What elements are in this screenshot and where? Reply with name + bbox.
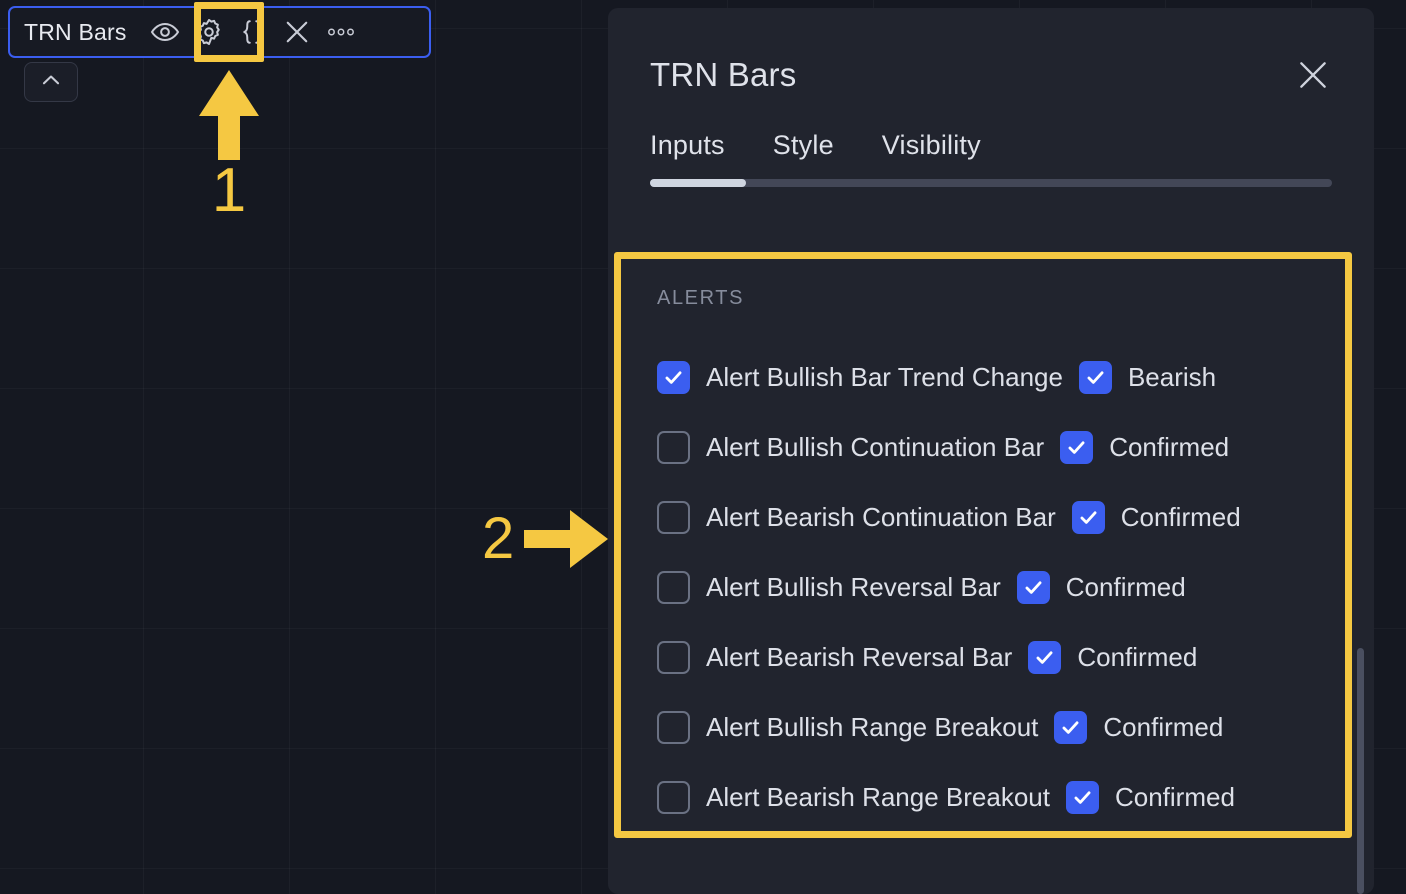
alert-sub-label: Confirmed [1114,781,1235,812]
alert-sub-label: Confirmed [1077,641,1198,672]
alert-checkbox[interactable] [657,500,690,534]
alert-row: Alert Bullish Reversal Bar Confirmed [657,552,1345,622]
tab-inputs[interactable]: Inputs [650,130,725,171]
alert-row: Alert Bullish Range Breakout Confirmed [657,692,1345,762]
dialog-header: TRN Bars [608,8,1374,94]
indicator-toolbar[interactable]: TRN Bars [8,6,431,58]
annotation-marker-1: 1 [196,68,262,228]
alert-sub-checkbox[interactable] [1071,500,1105,534]
tab-active-indicator [650,179,746,187]
alert-label: Alert Bearish Range Breakout [706,781,1050,812]
arrow-up-icon [199,70,259,160]
alert-label: Alert Bullish Continuation Bar [706,431,1045,462]
close-icon[interactable] [275,10,319,54]
tab-underline-track [650,179,1332,187]
alert-checkbox[interactable] [657,780,690,814]
annotation-marker-2: 2 [482,508,610,570]
alert-sub-checkbox[interactable] [1054,710,1088,744]
alert-sub-label: Confirmed [1065,571,1186,602]
chevron-up-icon [38,67,64,98]
tab-style[interactable]: Style [773,130,834,171]
dialog-scrollbar[interactable] [1357,648,1364,894]
close-icon [1293,55,1333,100]
indicator-title: TRN Bars [24,18,127,45]
tab-visibility[interactable]: Visibility [882,130,981,171]
alert-checkbox[interactable] [657,640,690,674]
collapse-pane-button[interactable] [24,62,78,102]
alert-row: Alert Bullish Continuation Bar Confirmed [657,412,1345,482]
eye-icon[interactable] [143,10,187,54]
alerts-section: ALERTS Alert Bullish Bar Trend Change Bea… [621,259,1345,831]
alert-sub-label: Confirmed [1103,711,1224,742]
arrow-right-icon [524,510,609,568]
alert-sub-checkbox[interactable] [1016,570,1050,604]
alert-sub-label: Confirmed [1109,431,1230,462]
gear-icon[interactable] [187,10,231,54]
alert-sub-checkbox[interactable] [1060,430,1094,464]
alert-sub-checkbox[interactable] [1078,360,1112,394]
dialog-title: TRN Bars [650,56,797,93]
alert-sub-checkbox[interactable] [1065,780,1099,814]
alert-label: Alert Bullish Range Breakout [706,711,1039,742]
dialog-tabs: Inputs Style Visibility [608,94,1374,171]
alert-row: Alert Bearish Range Breakout Confirmed [657,762,1345,832]
braces-icon[interactable] [231,10,275,54]
alert-checkbox[interactable] [657,360,690,394]
alert-row: Alert Bullish Bar Trend Change Bearish [657,342,1345,412]
alert-label: Alert Bullish Reversal Bar [706,571,1001,602]
alert-row: Alert Bearish Continuation Bar Confirmed [657,482,1345,552]
alert-label: Alert Bearish Reversal Bar [706,641,1013,672]
more-icon[interactable] [319,10,363,54]
alerts-highlight-box: ALERTS Alert Bullish Bar Trend Change Bea… [614,252,1352,838]
alert-label: Alert Bullish Bar Trend Change [706,361,1063,392]
alert-checkbox[interactable] [657,430,690,464]
alert-sub-label: Confirmed [1120,501,1241,532]
alert-sub-label: Bearish [1127,361,1217,392]
alerts-row-list: Alert Bullish Bar Trend Change Bearish Ale… [657,342,1345,832]
alerts-section-label: ALERTS [657,287,745,309]
screen: TRN Bars 1 2 TRN Bars Inputs Style Visib… [0,0,1406,894]
alert-sub-checkbox[interactable] [1028,640,1062,674]
annotation-1-number: 1 [211,156,247,225]
alert-row: Alert Bearish Reversal Bar Confirmed [657,622,1345,692]
alert-checkbox[interactable] [657,570,690,604]
alert-checkbox[interactable] [657,710,690,744]
dialog-close-button[interactable] [1290,54,1336,100]
settings-dialog: TRN Bars Inputs Style Visibility ALERTS … [608,8,1374,894]
alert-label: Alert Bearish Continuation Bar [706,501,1056,532]
annotation-2-number: 2 [482,506,515,571]
